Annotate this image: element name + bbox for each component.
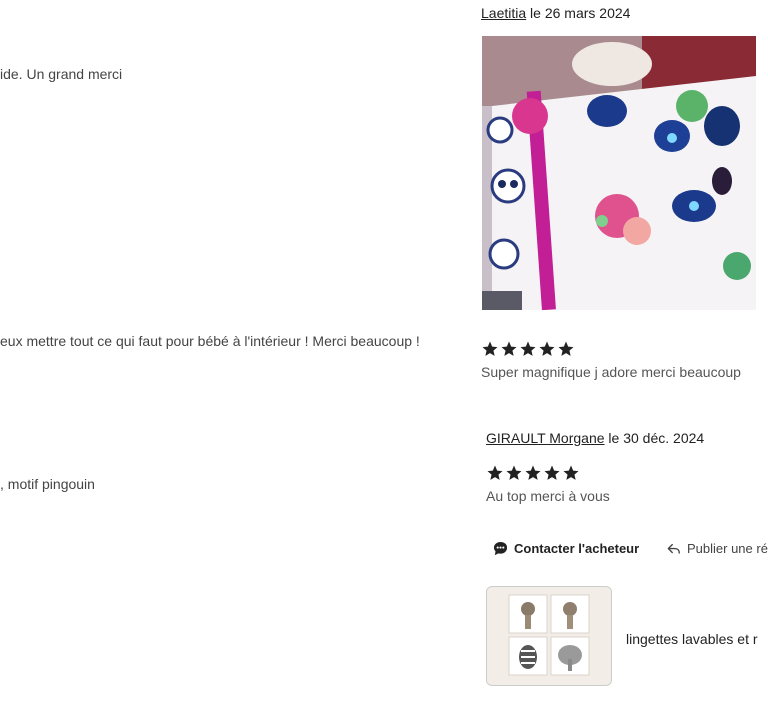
star-icon (539, 341, 555, 356)
product-title[interactable]: lingettes lavables et r (626, 631, 758, 647)
star-icon (525, 465, 541, 480)
contact-buyer-button[interactable]: Contacter l'acheteur (493, 541, 639, 556)
review-1-author-link[interactable]: Laetitia (481, 5, 526, 21)
review-1-photo[interactable] (482, 36, 756, 310)
review-2-header: GIRAULT Morgane le 30 déc. 2024 (486, 430, 704, 446)
publish-reply-label: Publier une ré (687, 541, 768, 556)
review-1-text: Super magnifique j adore merci beaucoup (481, 364, 741, 380)
product-thumbnail[interactable] (486, 586, 612, 686)
publish-reply-button[interactable]: Publier une ré (667, 541, 768, 556)
star-icon (501, 341, 517, 356)
animal-wipes-thumbnail (487, 587, 611, 685)
review-2-date-prefix: le (604, 430, 624, 446)
review-2-text: Au top merci à vous (486, 488, 610, 504)
review-2-rating (486, 464, 580, 482)
star-icon (482, 341, 498, 356)
review-snippet-1: ide. Un grand merci (0, 66, 123, 82)
review-snippet-3: , motif pingouin (0, 476, 95, 492)
contact-buyer-label: Contacter l'acheteur (514, 541, 640, 556)
panda-blanket-photo (482, 36, 756, 310)
star-icon (506, 465, 522, 480)
star-icon (558, 341, 574, 356)
review-1-rating (481, 340, 575, 358)
review-1-date-prefix: le (526, 5, 545, 21)
star-icon (487, 465, 503, 480)
reply-arrow-icon (667, 543, 680, 554)
review-snippet-2: eux mettre tout ce qui faut pour bébé à … (0, 333, 420, 349)
chat-bubble-icon (493, 541, 508, 556)
review-1-header: Laetitia le 26 mars 2024 (481, 5, 630, 21)
review-2-author-link[interactable]: GIRAULT Morgane (486, 430, 605, 446)
review-2-date: 30 déc. 2024 (623, 430, 705, 446)
review-1-date: 26 mars 2024 (544, 5, 631, 21)
star-icon (563, 465, 579, 480)
star-icon (520, 341, 536, 356)
star-icon (544, 465, 560, 480)
